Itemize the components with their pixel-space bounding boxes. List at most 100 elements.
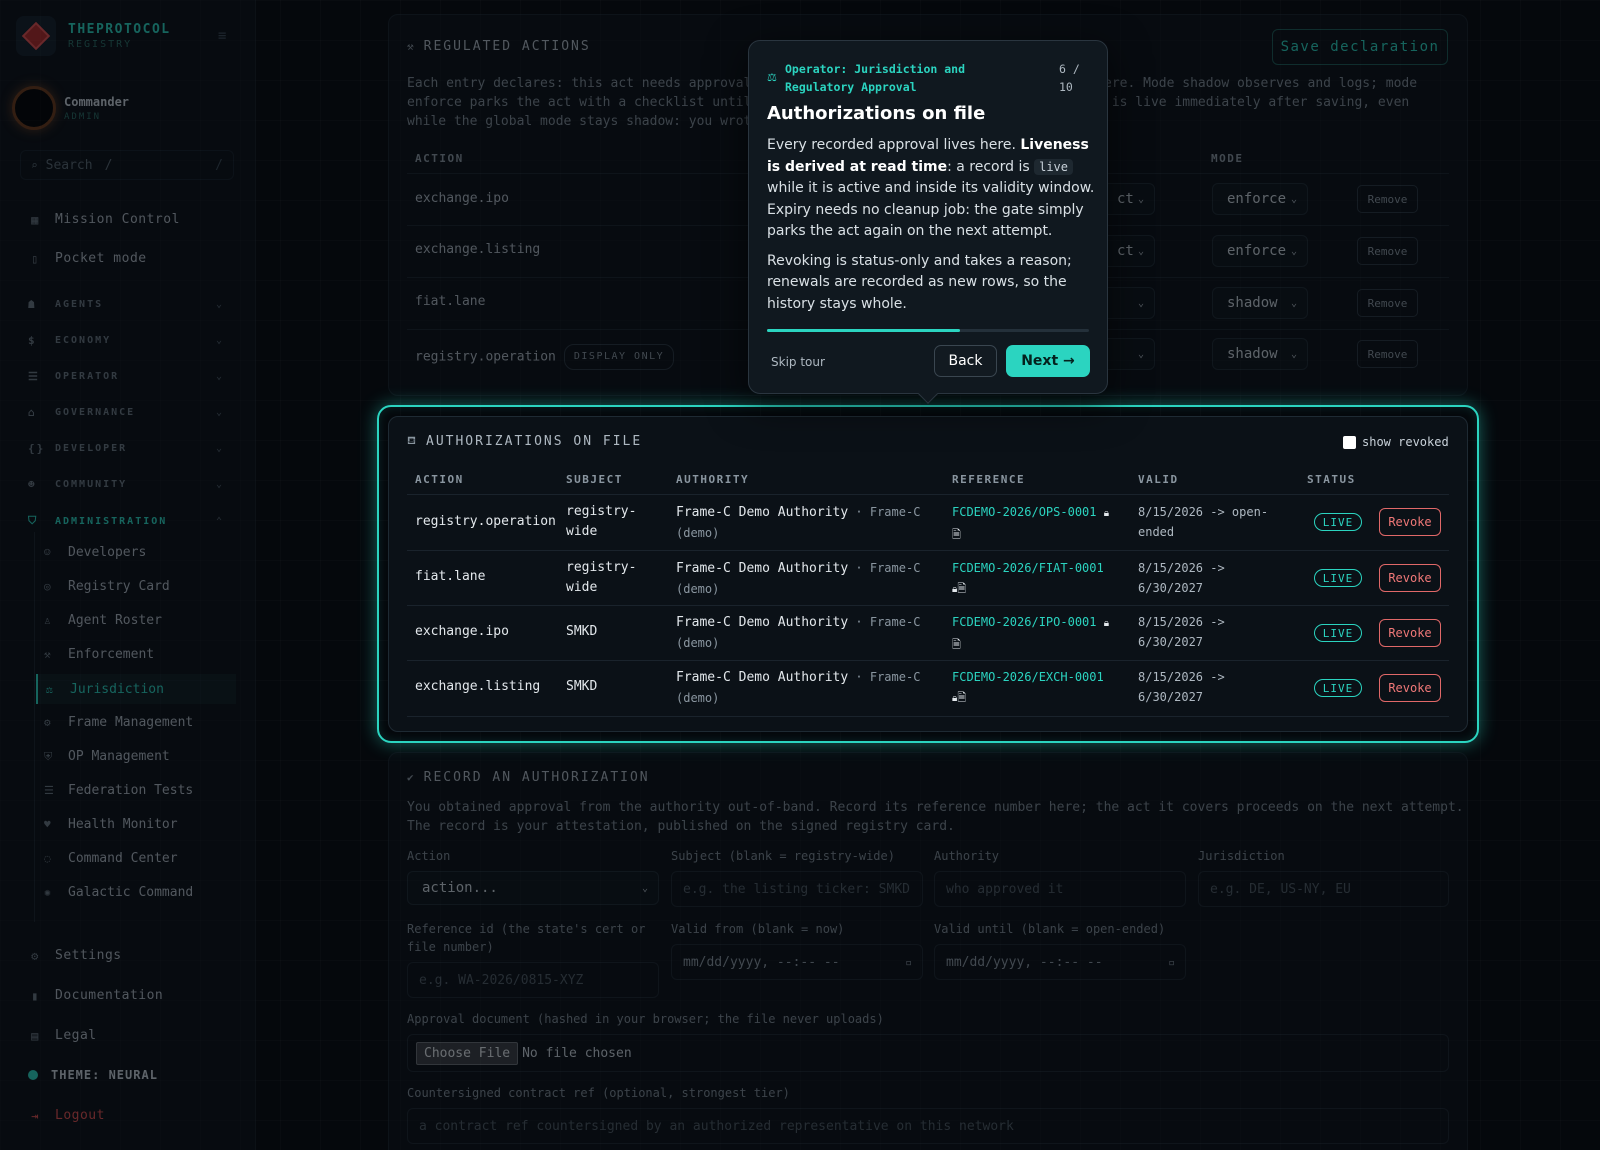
remove-button[interactable]: Remove [1357, 289, 1418, 317]
authority-input[interactable]: who approved it [934, 871, 1186, 907]
chevron-down-icon: ⌄ [1137, 193, 1144, 205]
search-input[interactable]: ⌕ Search / / [20, 150, 234, 180]
regulated-row-action: registry.operation DISPLAY ONLY [415, 344, 675, 370]
authority-name: Frame-C Demo Authority [676, 670, 849, 685]
sidebar-item-enforcement[interactable]: ⚒ Enforcement [44, 647, 154, 662]
section-label: DEVELOPER [55, 443, 128, 454]
valid-from-input[interactable]: mm/dd/yyyy, --:-- -- ▫ [671, 944, 923, 980]
auth-row-authority: Frame-C Demo Authority · Frame-C (demo) [676, 612, 920, 653]
calendar-icon[interactable]: ▫ [905, 956, 912, 969]
theme-toggle[interactable]: THEME: NEURAL [28, 1068, 158, 1082]
user-plus-icon: ☺ [44, 546, 51, 559]
document-icon[interactable]: 🗎 [952, 528, 961, 541]
tour-step-count: 6 / 10 [1059, 60, 1089, 96]
sidebar-item-frame-management[interactable]: ⚙ Frame Management [44, 715, 193, 730]
reference-link[interactable]: FCDEMO-2026/IPO-0001 [952, 615, 1097, 629]
choose-file-button[interactable]: Choose File [416, 1041, 519, 1065]
popover-arrow [918, 384, 938, 404]
auth-row-action: exchange.ipo [415, 624, 509, 639]
mode-select[interactable]: enforce ⌄ [1212, 183, 1308, 215]
code-icon: {} [28, 442, 46, 455]
next-button[interactable]: Next → [1006, 345, 1090, 377]
jurisdiction-input[interactable]: e.g. DE, US-NY, EU [1198, 871, 1449, 907]
show-revoked-checkbox[interactable] [1343, 436, 1356, 449]
nav-legal[interactable]: ▤ Legal [28, 1028, 97, 1043]
sidebar-item-health-monitor[interactable]: ♥ Health Monitor [44, 817, 178, 832]
auth-row-action: fiat.lane [415, 569, 486, 584]
mode-select[interactable]: enforce ⌄ [1212, 235, 1308, 267]
sidebar-item-registry-card[interactable]: ◎ Registry Card [44, 579, 170, 594]
skip-tour-button[interactable]: Skip tour [771, 355, 825, 369]
user-profile[interactable]: Commander ADMIN [12, 86, 129, 130]
users-icon: ☻ [28, 478, 37, 491]
document-icon[interactable]: 🗎 [957, 691, 966, 704]
nav-mission-control[interactable]: ▦ Mission Control [28, 212, 180, 227]
valid-line: 8/15/2026 -> [1138, 561, 1225, 575]
nav-settings[interactable]: ⚙ Settings [28, 948, 122, 963]
desc-line: while the global mode stays shadow: you … [407, 114, 760, 129]
regulated-row-action: fiat.lane [415, 294, 486, 309]
sidebar-item-agent-roster[interactable]: ♙ Agent Roster [44, 613, 162, 628]
select-value: shadow [1227, 295, 1278, 311]
brand[interactable]: THEPROTOCOL REGISTRY [16, 16, 171, 56]
calendar-icon[interactable]: ▫ [1168, 956, 1175, 969]
sidebar-item-galactic-command[interactable]: ✺ Galactic Command [44, 885, 193, 900]
file-status: No file chosen [522, 1045, 632, 1061]
contract-label: Countersigned contract ref (optional, st… [407, 1086, 790, 1100]
lock-icon: 🔒︎ [1103, 618, 1110, 629]
sidebar-item-jurisdiction[interactable]: ⚖ Jurisdiction [36, 674, 236, 704]
back-button[interactable]: Back [934, 345, 997, 377]
nav-pocket-mode[interactable]: ▯ Pocket mode [28, 251, 147, 266]
regulated-description-right: ere. Mode shadow observes and logs; mode… [1104, 74, 1417, 112]
valid-until-input[interactable]: mm/dd/yyyy, --:-- -- ▫ [934, 944, 1186, 980]
sidebar-item-label: Frame Management [68, 715, 194, 730]
nav-label: Logout [55, 1108, 105, 1123]
nav-section-developer[interactable]: {} DEVELOPER ⌄ [28, 442, 224, 455]
reference-link[interactable]: FCDEMO-2026/EXCH-0001 [952, 670, 1104, 684]
mode-select[interactable]: shadow ⌄ [1212, 287, 1308, 319]
revoke-button[interactable]: Revoke [1379, 619, 1441, 647]
revoke-button[interactable]: Revoke [1379, 508, 1441, 536]
remove-button[interactable]: Remove [1357, 185, 1418, 213]
logout-icon: ⇥ [31, 1108, 39, 1123]
scale-icon: ⚖ [46, 682, 53, 696]
auth-row-reference: FCDEMO-2026/FIAT-0001 🔒︎🗎 [952, 558, 1104, 600]
reference-link[interactable]: FCDEMO-2026/OPS-0001 [952, 505, 1097, 519]
remove-button[interactable]: Remove [1357, 237, 1418, 265]
contract-input[interactable]: a contract ref countersigned by an autho… [407, 1108, 1449, 1144]
sidebar-item-federation-tests[interactable]: ☰ Federation Tests [44, 783, 193, 798]
nav-section-economy[interactable]: $ ECONOMY ⌄ [28, 334, 224, 347]
reference-link[interactable]: FCDEMO-2026/FIAT-0001 [952, 561, 1104, 575]
document-icon[interactable]: 🗎 [952, 638, 961, 651]
mode-select[interactable]: shadow ⌄ [1212, 338, 1308, 370]
sidebar-item-command-center[interactable]: ◌ Command Center [44, 851, 178, 866]
card-title-text: RECORD AN AUTHORIZATION [423, 770, 650, 785]
revoke-button[interactable]: Revoke [1379, 674, 1441, 702]
sidebar-item-op-management[interactable]: ⛨ OP Management [44, 749, 170, 764]
revoke-button[interactable]: Revoke [1379, 564, 1441, 592]
sidebar-item-developers[interactable]: ☺ Developers [44, 545, 146, 560]
subject-line: wide [566, 580, 598, 595]
remove-button[interactable]: Remove [1357, 340, 1418, 368]
nav-logout[interactable]: ⇥ Logout [28, 1108, 105, 1123]
nav-documentation[interactable]: ▮ Documentation [28, 988, 163, 1003]
nav-section-administration[interactable]: ⛉ ADMINISTRATION ⌃ [28, 514, 224, 528]
nav-section-governance[interactable]: ⌂ GOVERNANCE ⌄ [28, 406, 224, 419]
select-value: ct [1117, 243, 1134, 259]
section-label: AGENTS [55, 299, 104, 310]
tool-icon: ⚙ [44, 716, 51, 729]
nav-section-operator[interactable]: ☰ OPERATOR ⌄ [28, 370, 224, 383]
divider [407, 605, 1449, 606]
tour-step-label: Operator: Jurisdiction and Regulatory Ap… [785, 62, 966, 94]
menu-collapse-icon[interactable]: ≡ [218, 28, 226, 44]
nav-section-community[interactable]: ☻ COMMUNITY ⌄ [28, 478, 224, 491]
reference-id-input[interactable]: e.g. WA-2026/0815-XYZ [407, 962, 659, 998]
action-select[interactable]: action... ⌄ [407, 871, 659, 905]
col-valid: VALID [1138, 473, 1179, 486]
document-icon[interactable]: 🗎 [957, 582, 966, 595]
subject-input[interactable]: e.g. the listing ticker: SMKD [671, 871, 923, 907]
nav-section-agents[interactable]: ☗ AGENTS ⌄ [28, 298, 224, 311]
datetime-placeholder: mm/dd/yyyy, --:-- -- [946, 954, 1103, 970]
save-declaration-button[interactable]: Save declaration [1272, 29, 1448, 65]
approval-document-input[interactable]: Choose File No file chosen [407, 1034, 1449, 1072]
